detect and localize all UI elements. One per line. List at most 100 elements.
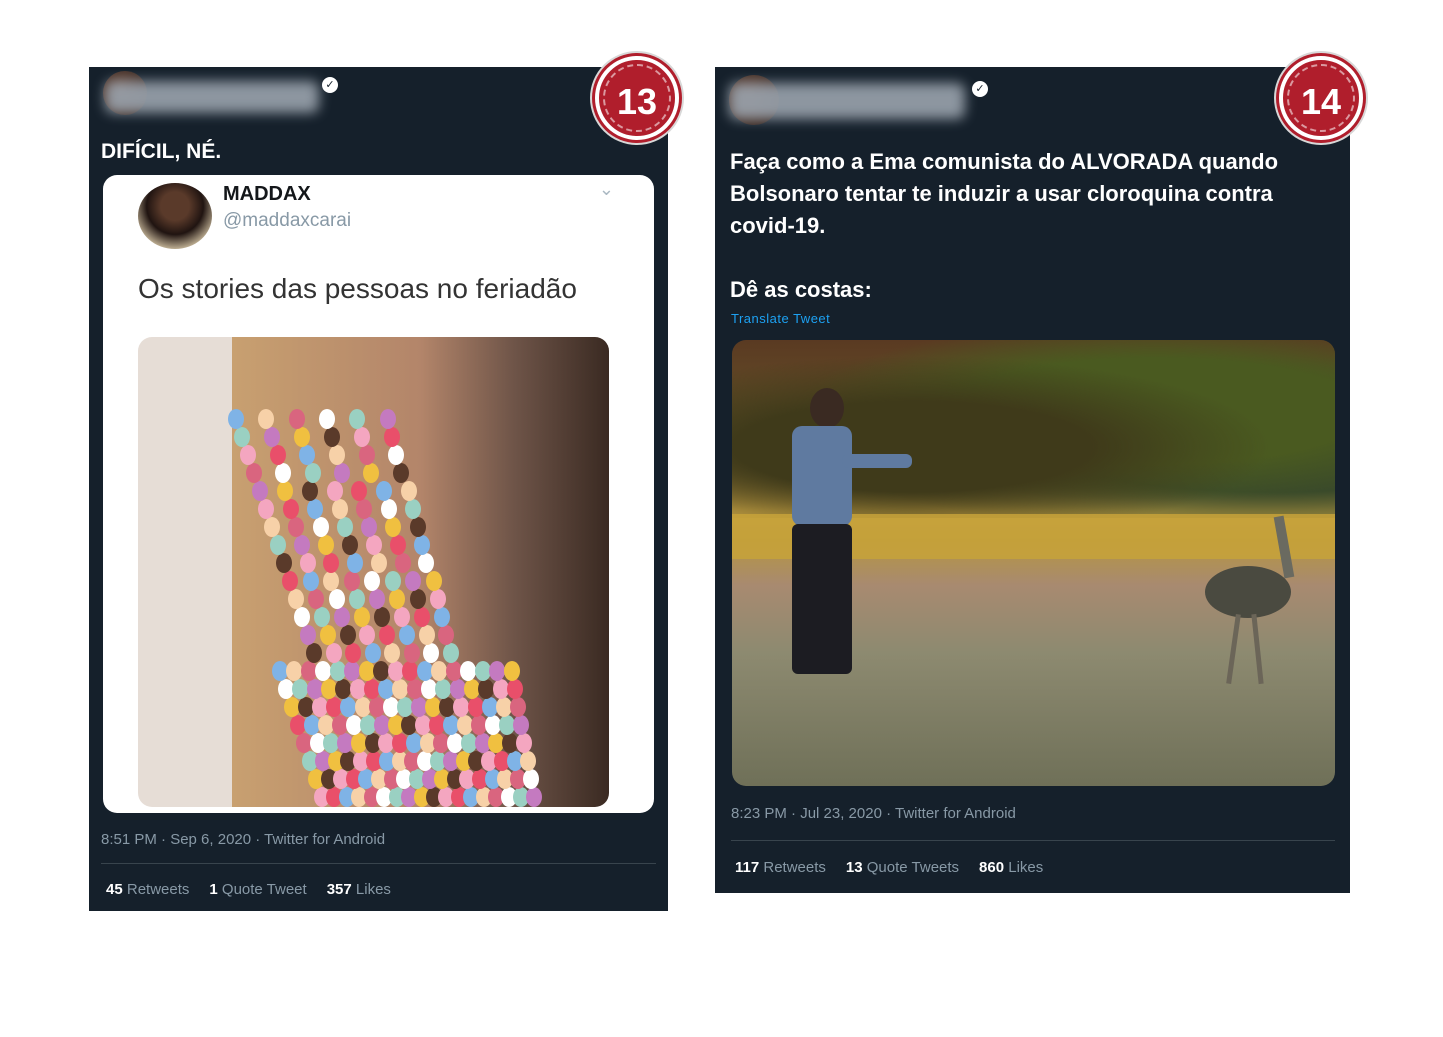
dolls-photo-content xyxy=(168,387,542,807)
doll-figure xyxy=(345,643,361,663)
doll-figure xyxy=(276,481,293,501)
doll-figure xyxy=(414,607,430,627)
doll-figure xyxy=(509,697,526,717)
quoted-tweet[interactable]: MADDAX @maddaxcarai ⌄ Os stories das pes… xyxy=(103,175,654,813)
doll-figure xyxy=(374,607,390,627)
doll-figure xyxy=(306,643,322,663)
divider xyxy=(101,863,656,864)
doll-figure xyxy=(392,463,409,483)
doll-figure xyxy=(288,517,305,537)
doll-figure xyxy=(370,553,387,573)
doll-figure xyxy=(331,499,348,519)
tweet-card-14[interactable]: ✓ Faça como a Ema comunista do ALVORADA … xyxy=(715,67,1350,893)
tweet-text-line-2: Bolsonaro tentar te induzir a usar cloro… xyxy=(730,181,1273,206)
doll-figure xyxy=(329,445,345,465)
doll-figure xyxy=(294,427,310,447)
doll-figure xyxy=(304,463,321,483)
doll-figure xyxy=(294,535,310,555)
doll-figure xyxy=(356,499,373,519)
chevron-down-icon[interactable]: ⌄ xyxy=(599,179,614,200)
doll-figure xyxy=(401,481,418,501)
doll-figure xyxy=(326,481,343,501)
doll-figure xyxy=(380,499,397,519)
retweets-stat[interactable]: 45 Retweets xyxy=(106,881,189,898)
quote-tweets-stat[interactable]: 13 Quote Tweets xyxy=(846,859,959,876)
author-name-redacted xyxy=(729,83,965,119)
doll-figure xyxy=(292,679,309,699)
tweet-text: DIFÍCIL, NÉ. xyxy=(101,140,222,163)
doll-figure xyxy=(318,535,334,555)
doll-figure xyxy=(252,481,268,501)
doll-figure xyxy=(264,427,280,447)
tweet-timestamp[interactable]: 8:23 PM · Jul 23, 2020 · Twitter for And… xyxy=(731,805,1016,822)
doll-figure xyxy=(342,535,358,555)
likes-stat[interactable]: 860 Likes xyxy=(979,859,1043,876)
doll-figure xyxy=(282,571,298,591)
doll-figure xyxy=(294,607,310,627)
quoted-tweet-image[interactable] xyxy=(138,337,609,807)
number-badge-13: 13 xyxy=(595,56,679,140)
doll-figure xyxy=(308,589,325,609)
number-badge-14: 14 xyxy=(1279,56,1363,140)
doll-figure xyxy=(323,571,339,591)
doll-figure xyxy=(429,589,446,609)
doll-figure xyxy=(336,517,353,537)
doll-figure xyxy=(334,463,350,483)
doll-figure xyxy=(442,643,459,663)
doll-figure xyxy=(423,643,439,663)
doll-figure xyxy=(348,589,365,609)
doll-figure xyxy=(301,481,318,501)
doll-figure xyxy=(522,769,539,789)
doll-figure xyxy=(364,571,380,591)
doll-figure xyxy=(418,553,435,573)
doll-figure xyxy=(288,589,304,609)
quote-tweets-stat[interactable]: 1 Quote Tweet xyxy=(209,881,306,898)
likes-stat[interactable]: 357 Likes xyxy=(327,881,391,898)
doll-figure xyxy=(276,553,292,573)
quoted-author-avatar[interactable] xyxy=(138,183,212,249)
doll-figure xyxy=(246,463,262,483)
doll-figure xyxy=(351,481,368,501)
author-name-redacted xyxy=(105,81,319,113)
doll-figure xyxy=(394,607,410,627)
doll-figure xyxy=(503,661,520,681)
doll-figure xyxy=(264,517,280,537)
tweet-text-line-3: covid-19. xyxy=(730,213,826,238)
doll-figure xyxy=(379,409,396,429)
doll-figure xyxy=(347,553,364,573)
doll-figure xyxy=(525,787,542,807)
doll-figure xyxy=(323,553,340,573)
doll-figure xyxy=(354,427,370,447)
doll-figure xyxy=(405,499,422,519)
tweet-image[interactable] xyxy=(732,340,1335,786)
tweet-text-line-1: Faça como a Ema comunista do ALVORADA qu… xyxy=(730,149,1279,174)
doll-figure xyxy=(398,625,415,645)
tweet-timestamp[interactable]: 8:51 PM · Sep 6, 2020 · Twitter for Andr… xyxy=(101,831,385,848)
doll-figure xyxy=(364,643,381,663)
quoted-author-handle[interactable]: @maddaxcarai xyxy=(223,210,351,232)
doll-figure xyxy=(240,445,256,465)
translate-tweet-link[interactable]: Translate Tweet xyxy=(731,311,830,326)
doll-figure xyxy=(312,517,329,537)
doll-figure xyxy=(405,571,421,591)
tweet-card-13[interactable]: ✓ DIFÍCIL, NÉ. MADDAX @maddaxcarai ⌄ Os … xyxy=(89,67,668,911)
doll-figure xyxy=(325,643,342,663)
retweets-stat[interactable]: 117 Retweets xyxy=(735,859,826,876)
quoted-author-name[interactable]: MADDAX xyxy=(223,183,311,206)
doll-figure xyxy=(258,409,275,429)
doll-figure xyxy=(324,427,340,447)
doll-figure xyxy=(307,499,324,519)
doll-figure xyxy=(314,607,330,627)
doll-figure xyxy=(288,409,305,429)
doll-figure xyxy=(328,589,345,609)
quoted-tweet-text: Os stories das pessoas no feriadão xyxy=(138,273,577,304)
doll-figure xyxy=(359,625,376,645)
doll-figure xyxy=(438,625,455,645)
rhea-bird-figure xyxy=(1195,510,1325,690)
doll-figure xyxy=(319,625,336,645)
doll-figure xyxy=(409,589,426,609)
doll-figure xyxy=(234,427,250,447)
doll-figure xyxy=(418,625,435,645)
doll-figure xyxy=(361,517,378,537)
doll-figure xyxy=(403,643,420,663)
